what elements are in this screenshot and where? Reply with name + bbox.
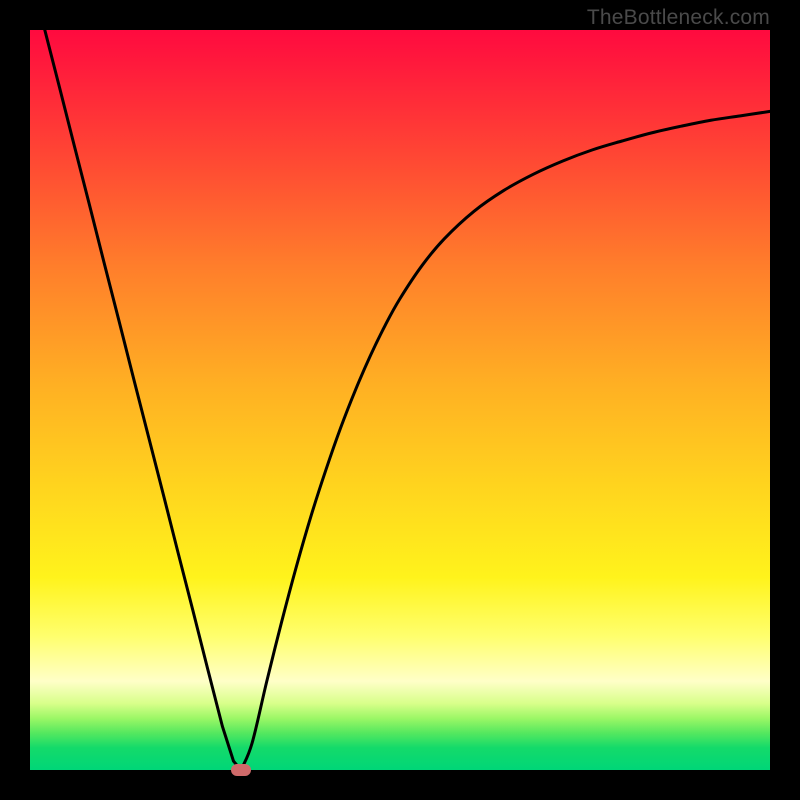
watermark-text: TheBottleneck.com [587, 6, 770, 30]
vertex-marker [231, 764, 251, 776]
chart-svg [30, 30, 770, 770]
bottleneck-curve [45, 30, 770, 770]
chart-frame [30, 30, 770, 770]
